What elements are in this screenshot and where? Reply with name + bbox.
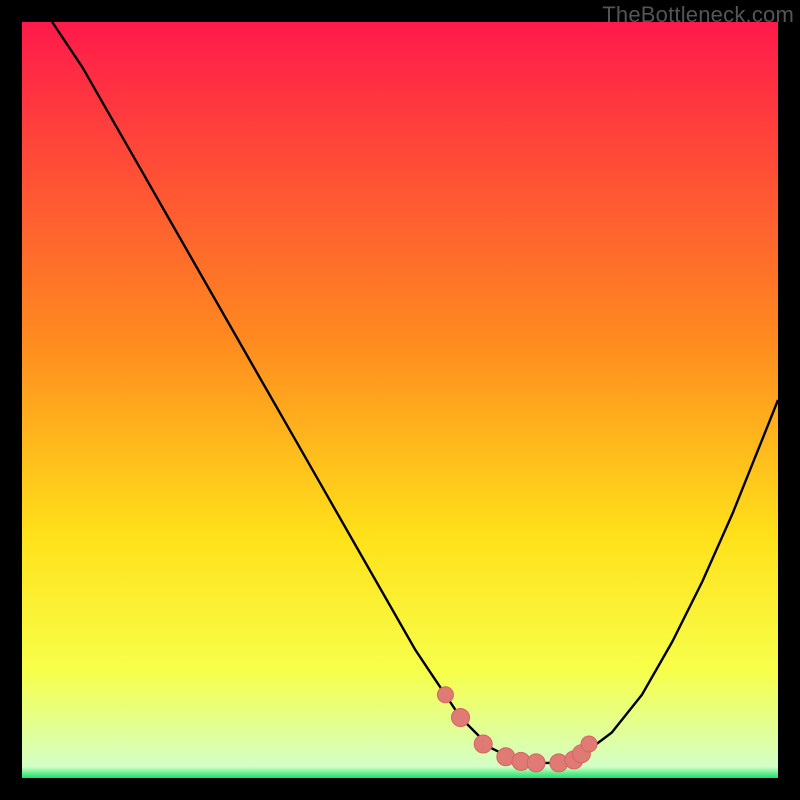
gradient-background bbox=[22, 22, 778, 778]
optimal-marker bbox=[527, 754, 545, 772]
optimal-marker bbox=[474, 735, 492, 753]
optimal-marker bbox=[452, 709, 470, 727]
optimal-marker bbox=[437, 687, 453, 703]
optimal-marker bbox=[581, 736, 597, 752]
bottleneck-chart bbox=[22, 22, 778, 778]
chart-frame bbox=[22, 22, 778, 778]
